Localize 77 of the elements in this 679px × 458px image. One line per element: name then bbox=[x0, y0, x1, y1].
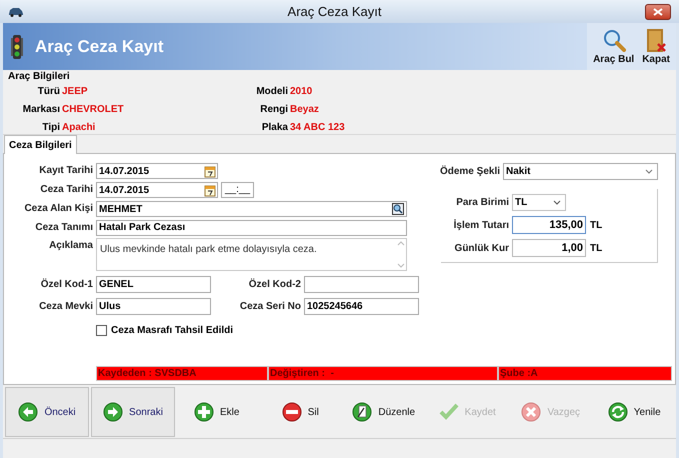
field-value: 2010 bbox=[290, 86, 312, 96]
caret-icon bbox=[553, 200, 561, 205]
unit-label: TL bbox=[590, 218, 602, 232]
x-icon bbox=[521, 402, 542, 422]
field-label: Para Birimi bbox=[456, 196, 509, 210]
toolbar-button[interactable]: Düzenle bbox=[342, 387, 426, 437]
close-icon bbox=[653, 8, 663, 16]
field-label: Türü bbox=[38, 84, 60, 98]
search-icon bbox=[602, 28, 626, 52]
field-value: CHEVROLET bbox=[62, 104, 124, 114]
traffic-light-icon bbox=[11, 34, 23, 58]
field-label: Özel Kod-1 bbox=[40, 278, 93, 292]
field-value: Apachi bbox=[62, 122, 96, 132]
field-label: Günlük Kur bbox=[454, 242, 509, 256]
refresh-icon bbox=[608, 402, 628, 422]
field-label: Ceza Tarihi bbox=[40, 183, 93, 197]
toolbar-button[interactable]: Ekle bbox=[175, 387, 258, 437]
caret-icon bbox=[645, 169, 653, 174]
text-field[interactable]: Ulus bbox=[96, 298, 211, 315]
field-value: Beyaz bbox=[290, 104, 319, 114]
field-label: Ödeme Şekli bbox=[440, 164, 500, 179]
text-field[interactable] bbox=[304, 276, 419, 293]
text-field[interactable]: GENEL bbox=[96, 276, 211, 293]
checkbox-label: Ceza Masrafı Tahsil Edildi bbox=[111, 324, 234, 338]
field-label: Özel Kod-2 bbox=[248, 278, 301, 292]
audit-field: Şube :A bbox=[498, 366, 672, 381]
checkbox[interactable] bbox=[96, 325, 107, 336]
field-label: Tipi bbox=[42, 120, 60, 134]
section-title: Araç Bilgileri bbox=[8, 71, 70, 82]
currency-select[interactable]: TL bbox=[512, 194, 566, 211]
amount-field[interactable]: 135,00 bbox=[512, 216, 586, 234]
plus-icon bbox=[194, 402, 214, 422]
car-icon bbox=[8, 6, 24, 16]
calendar-icon bbox=[204, 184, 216, 196]
toolbar-button[interactable]: Yenile bbox=[592, 387, 676, 437]
field-label: Ceza Seri No bbox=[240, 300, 301, 314]
close-button[interactable] bbox=[645, 4, 671, 20]
audit-field: Kaydeden : SVSDBA bbox=[96, 366, 268, 381]
field-label: Kayıt Tarihi bbox=[39, 164, 93, 178]
field-label: Ceza Alan Kişi bbox=[24, 202, 93, 216]
field-label: Ceza Mevki bbox=[39, 300, 93, 314]
calendar-icon bbox=[204, 164, 216, 178]
door-icon bbox=[644, 28, 668, 52]
field-label: Ceza Tanımı bbox=[35, 221, 93, 235]
field-label: Plaka bbox=[262, 120, 288, 134]
time-field[interactable]: __:__ bbox=[221, 182, 254, 198]
minus-icon bbox=[282, 402, 302, 422]
field-label: Rengi bbox=[260, 102, 288, 116]
exit-button[interactable]: Kapat bbox=[640, 23, 672, 70]
unit-label: TL bbox=[590, 242, 602, 256]
document-icon bbox=[352, 402, 372, 422]
toolbar-button[interactable]: Sonraki bbox=[91, 387, 175, 437]
field-label: Markası bbox=[22, 102, 60, 116]
field-value: 34 ABC 123 bbox=[290, 122, 345, 132]
amount-field[interactable]: 1,00 bbox=[512, 239, 586, 257]
description-field[interactable]: Ulus mevkinde hatalı park etme dolayısıyla ceza. bbox=[96, 238, 407, 271]
payment-select[interactable]: Nakit bbox=[503, 163, 658, 180]
field-label: Modeli bbox=[256, 84, 288, 98]
field-label: İşlem Tutarı bbox=[454, 218, 509, 232]
date-field[interactable]: 14.07.2015 bbox=[96, 182, 218, 198]
field-label: Açıklama bbox=[49, 239, 93, 253]
toolbar-button[interactable]: Önceki bbox=[5, 387, 89, 437]
lookup-field[interactable]: MEHMET bbox=[96, 201, 407, 217]
field-value: JEEP bbox=[62, 86, 88, 96]
scrollbar-icon bbox=[396, 239, 406, 270]
tab[interactable]: Ceza Bilgileri bbox=[4, 135, 77, 154]
lookup-button[interactable] bbox=[392, 203, 404, 215]
window-title: Araç Ceza Kayıt bbox=[286, 2, 382, 21]
audit-field: Değiştiren : - bbox=[268, 366, 498, 381]
date-field[interactable]: 14.07.2015 bbox=[96, 163, 218, 179]
text-field[interactable]: 1025245646 bbox=[304, 298, 419, 315]
text-field[interactable]: Hatalı Park Cezası bbox=[96, 220, 407, 236]
search-button[interactable]: Araç Bul bbox=[591, 23, 636, 70]
search-icon bbox=[392, 203, 404, 215]
toolbar-button[interactable]: Sil bbox=[258, 387, 342, 437]
checkmark-icon bbox=[438, 402, 459, 422]
form-title: Araç Ceza Kayıt bbox=[35, 36, 165, 58]
